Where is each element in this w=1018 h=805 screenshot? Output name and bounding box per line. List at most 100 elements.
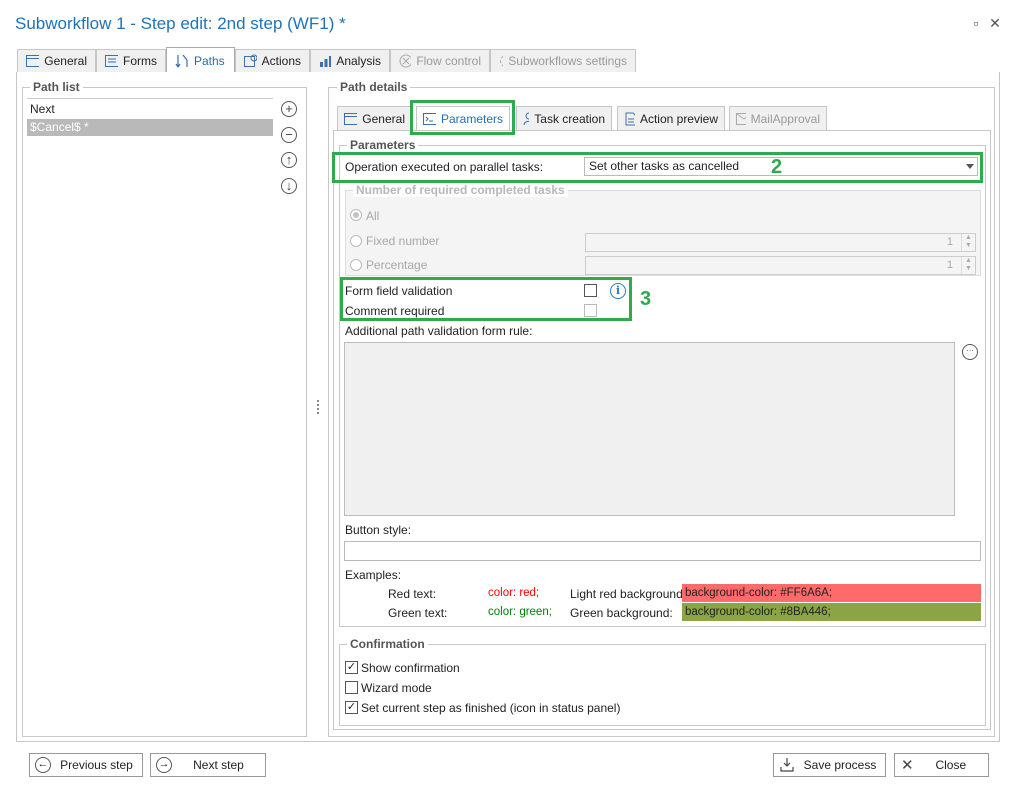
close-icon[interactable]: ✕ bbox=[986, 14, 1004, 32]
wizard-mode-checkbox[interactable] bbox=[345, 681, 358, 694]
arrow-right-icon: → bbox=[156, 757, 172, 773]
actions-icon bbox=[244, 54, 257, 67]
tab-paths[interactable]: Paths bbox=[166, 47, 235, 73]
window-title: Subworkflow 1 - Step edit: 2nd step (WF1… bbox=[15, 14, 346, 33]
subtab-label: General bbox=[362, 111, 405, 126]
close-icon: ✕ bbox=[901, 757, 914, 774]
percentage-value: 1 bbox=[946, 259, 953, 271]
window-icon bbox=[26, 55, 40, 67]
percentage-spinner[interactable]: 1 ▲ ▼ bbox=[585, 256, 976, 275]
green-text-label: Green text: bbox=[388, 606, 448, 620]
light-red-bg-label: Light red background: bbox=[570, 587, 687, 601]
path-list-group bbox=[22, 87, 307, 737]
path-list-title: Path list bbox=[30, 80, 83, 94]
tab-label: Flow control bbox=[416, 54, 481, 68]
splitter-handle[interactable] bbox=[317, 400, 319, 414]
radio-all-label: All bbox=[366, 209, 380, 223]
annotation-highlight-validation bbox=[340, 277, 632, 321]
spinner-arrows-icon[interactable]: ▲ ▼ bbox=[961, 234, 975, 251]
add-path-icon[interactable]: + bbox=[281, 101, 297, 117]
fixed-number-spinner[interactable]: 1 ▲ ▼ bbox=[585, 233, 976, 252]
subtab-label: Task creation bbox=[534, 111, 605, 126]
examples-label: Examples: bbox=[345, 568, 402, 582]
form-icon bbox=[105, 55, 118, 67]
tab-forms[interactable]: Forms bbox=[96, 49, 166, 72]
set-step-finished-checkbox[interactable]: ✓ bbox=[345, 701, 358, 714]
save-process-label: Save process bbox=[803, 758, 877, 772]
radio-all[interactable] bbox=[350, 209, 362, 221]
document-icon bbox=[625, 112, 635, 125]
subtab-general[interactable]: General bbox=[337, 106, 412, 130]
green-bg-label: Green background: bbox=[570, 606, 673, 620]
save-process-button[interactable]: Save process bbox=[773, 753, 886, 777]
user-icon bbox=[523, 112, 530, 125]
annotation-number-2: 2 bbox=[771, 156, 783, 178]
tab-label: Forms bbox=[123, 54, 157, 68]
restore-icon[interactable]: ▫ bbox=[967, 14, 985, 32]
radio-fixed-number[interactable] bbox=[350, 235, 362, 247]
list-divider bbox=[27, 98, 273, 99]
subtab-label: MailApproval bbox=[750, 111, 820, 126]
remove-path-icon[interactable]: − bbox=[281, 127, 297, 143]
move-up-icon[interactable]: ↑ bbox=[281, 152, 297, 168]
next-step-label: Next step bbox=[193, 758, 244, 772]
annotation-highlight-tab bbox=[410, 100, 515, 135]
radio-percentage-label: Percentage bbox=[366, 258, 428, 272]
annotation-highlight-operation bbox=[332, 152, 983, 183]
previous-step-label: Previous step bbox=[60, 758, 133, 772]
green-text-code: color: green; bbox=[488, 606, 552, 618]
tab-label: General bbox=[44, 54, 87, 68]
tab-actions[interactable]: Actions bbox=[235, 49, 310, 72]
show-confirmation-label: Show confirmation bbox=[361, 661, 460, 675]
mail-icon bbox=[736, 112, 746, 125]
spinner-arrows-icon[interactable]: ▲ ▼ bbox=[961, 257, 975, 274]
tab-label: Subworkflows settings bbox=[508, 54, 627, 68]
additional-rule-editor[interactable] bbox=[344, 342, 955, 516]
window-icon bbox=[344, 112, 358, 125]
tab-label: Analysis bbox=[336, 54, 381, 68]
button-style-input[interactable] bbox=[344, 541, 981, 561]
wizard-mode-label: Wizard mode bbox=[361, 681, 432, 695]
set-step-finished-label: Set current step as finished (icon in st… bbox=[361, 701, 621, 715]
tab-analysis[interactable]: Analysis bbox=[310, 49, 390, 72]
move-down-icon[interactable]: ↓ bbox=[281, 178, 297, 194]
subworkflows-icon bbox=[500, 55, 504, 67]
red-text-label: Red text: bbox=[388, 587, 437, 601]
radio-fixed-label: Fixed number bbox=[366, 234, 440, 248]
annotation-number-3: 3 bbox=[640, 288, 652, 310]
save-icon bbox=[780, 758, 794, 772]
red-text-code: color: red; bbox=[488, 587, 540, 599]
subtab-action-preview[interactable]: Action preview bbox=[617, 106, 725, 130]
path-details-title: Path details bbox=[337, 80, 411, 94]
radio-percentage[interactable] bbox=[350, 259, 362, 271]
parameters-title: Parameters bbox=[347, 138, 419, 152]
tab-label: Paths bbox=[194, 53, 225, 68]
subtab-label: Action preview bbox=[639, 111, 718, 126]
close-label: Close bbox=[935, 758, 967, 772]
flow-control-icon bbox=[399, 54, 412, 68]
green-bg-swatch: background-color: #8BA446; bbox=[682, 603, 981, 621]
path-item-cancel[interactable]: $Cancel$ * bbox=[27, 119, 273, 136]
previous-step-button[interactable]: ← Previous step bbox=[29, 753, 143, 777]
fixed-number-value: 1 bbox=[946, 236, 953, 248]
info-icon[interactable]: i bbox=[610, 283, 626, 299]
light-red-bg-swatch: background-color: #FF6A6A; bbox=[682, 584, 981, 602]
confirmation-title: Confirmation bbox=[347, 637, 428, 651]
additional-rule-label: Additional path validation form rule: bbox=[345, 324, 533, 338]
required-tasks-title: Number of required completed tasks bbox=[353, 183, 568, 197]
show-confirmation-checkbox[interactable]: ✓ bbox=[345, 661, 358, 674]
next-step-button[interactable]: → Next step bbox=[150, 753, 266, 777]
subtab-task-creation[interactable]: Task creation bbox=[516, 106, 612, 130]
tab-subworkflows-settings[interactable]: Subworkflows settings bbox=[490, 49, 636, 72]
paths-icon bbox=[175, 54, 188, 67]
tab-flow-control[interactable]: Flow control bbox=[390, 49, 490, 72]
tab-general[interactable]: General bbox=[17, 49, 96, 72]
analysis-icon bbox=[320, 56, 332, 67]
subtab-mailapproval[interactable]: MailApproval bbox=[729, 106, 827, 130]
tab-label: Actions bbox=[261, 54, 301, 68]
button-style-label: Button style: bbox=[345, 523, 412, 537]
close-button[interactable]: ✕ Close bbox=[894, 753, 989, 777]
path-item-next[interactable]: Next bbox=[27, 101, 273, 118]
more-options-icon[interactable]: ··· bbox=[962, 344, 978, 360]
arrow-left-icon: ← bbox=[35, 757, 51, 773]
